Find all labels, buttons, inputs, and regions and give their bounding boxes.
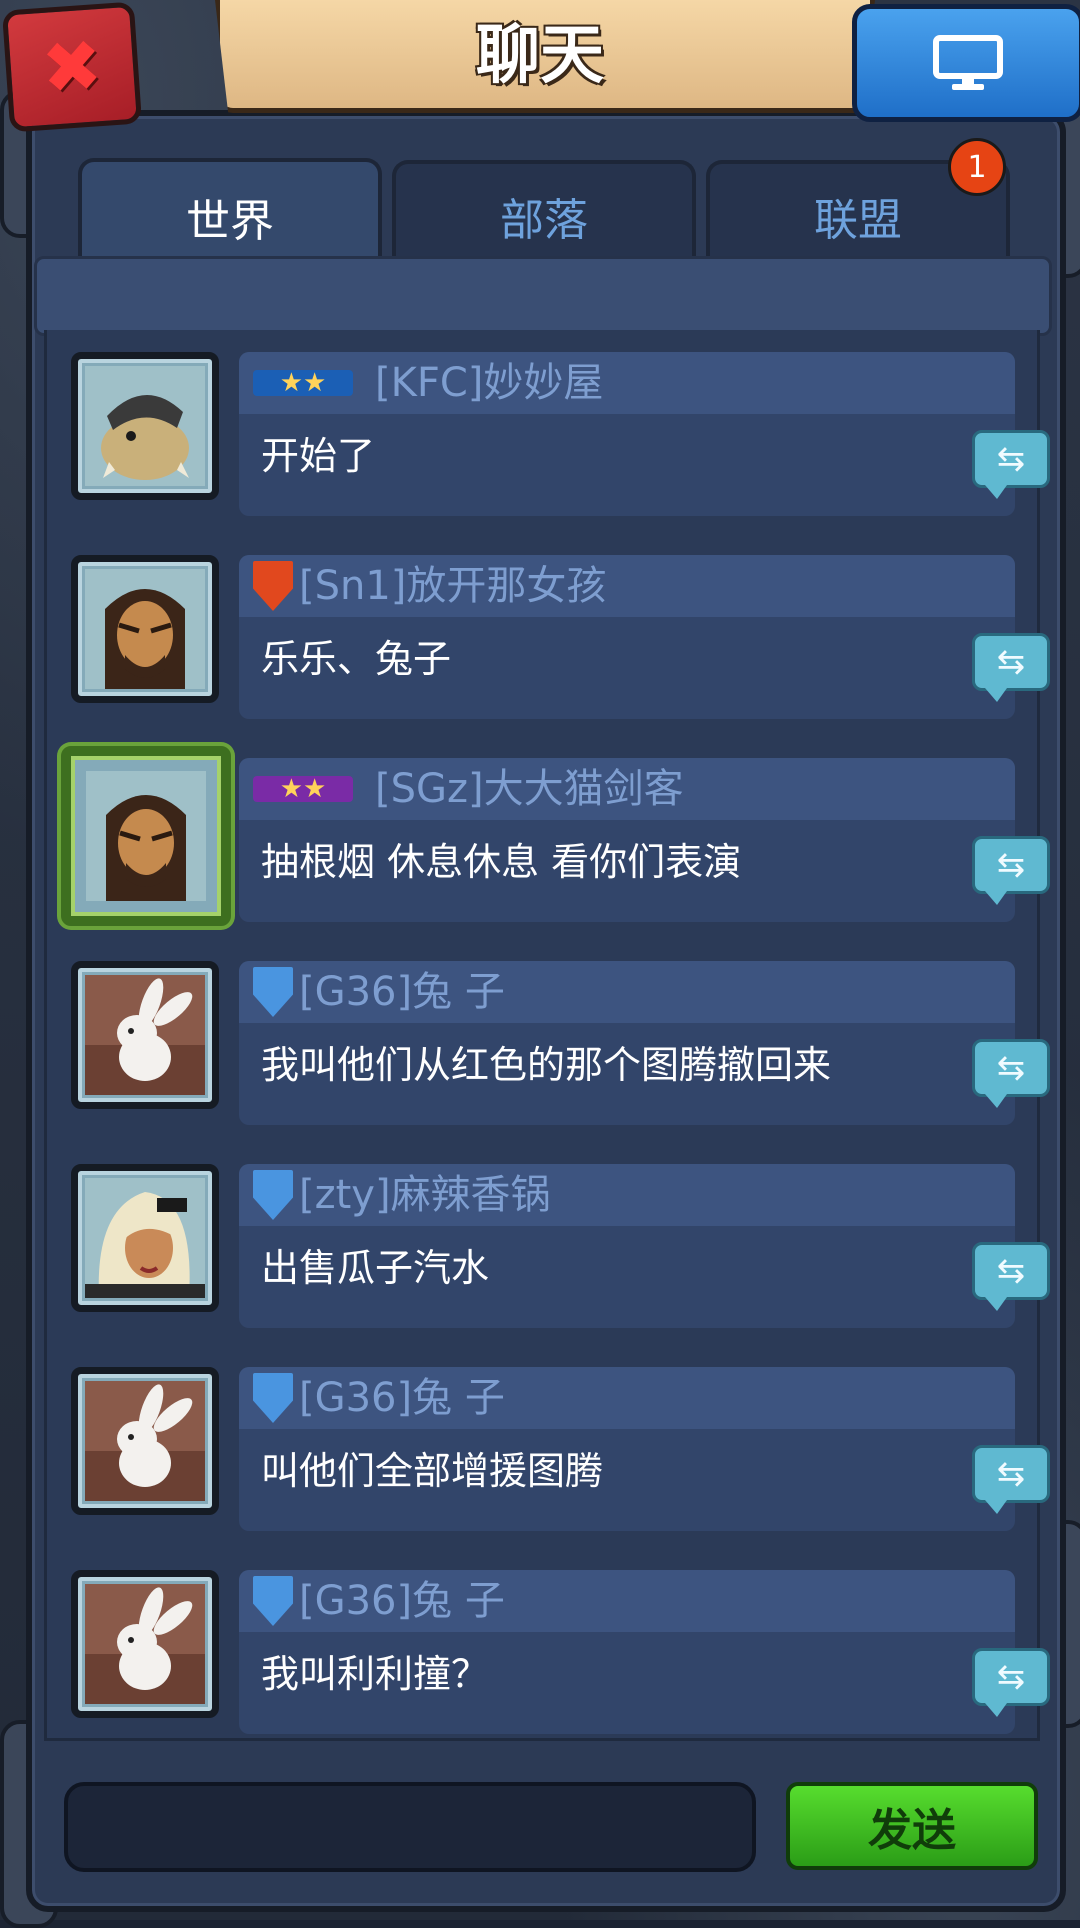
message-text: 开始了 [261, 434, 376, 478]
translate-button[interactable]: ⇆ [972, 1648, 1050, 1717]
list-item: ★★ [KFC]妙妙屋 开始了 ⇆ [47, 352, 1050, 522]
message-bubble: [zty]麻辣香锅 出售瓜子汽水 ⇆ [239, 1164, 1050, 1328]
message-text: 乐乐、兔子 [261, 637, 452, 681]
sender-name[interactable]: [zty]麻辣香锅 [299, 1170, 551, 1220]
tabs-underbar [34, 256, 1052, 336]
shield-icon [253, 1373, 293, 1423]
sender-name[interactable]: [G36]兔 子 [299, 1373, 505, 1423]
tab-world[interactable]: 世界 [78, 158, 382, 272]
list-item: [Sn1]放开那女孩 乐乐、兔子 ⇆ [47, 555, 1050, 725]
swap-arrows-icon: ⇆ [996, 845, 1026, 885]
barbarian-avatar-icon [86, 771, 206, 901]
swap-arrows-icon: ⇆ [996, 1048, 1026, 1088]
rabbit-avatar-icon [85, 1381, 205, 1501]
message-header: ★★ [SGz]大大猫剑客 [239, 758, 1015, 820]
message-bubble: [G36]兔 子 我叫他们从红色的那个图腾撤回来 ⇆ [239, 961, 1050, 1125]
translate-button[interactable]: ⇆ [972, 1445, 1050, 1514]
swap-arrows-icon: ⇆ [996, 642, 1026, 682]
translate-button[interactable]: ⇆ [972, 836, 1050, 905]
rank-badge [253, 1373, 293, 1423]
message-header: [Sn1]放开那女孩 [239, 555, 1015, 617]
creature-avatar-icon [85, 366, 205, 486]
shield-icon [253, 1576, 293, 1626]
shield-icon [253, 561, 293, 611]
notification-badge: 1 [948, 138, 1006, 196]
rank-badge [253, 561, 293, 611]
list-item: [G36]兔 子 叫他们全部增援图腾 ⇆ [47, 1367, 1050, 1537]
translate-button[interactable]: ⇆ [972, 633, 1050, 702]
sender-name[interactable]: [G36]兔 子 [299, 967, 505, 1017]
chat-input[interactable] [64, 1782, 756, 1872]
avatar[interactable] [71, 1570, 219, 1718]
rank-badge [253, 1576, 293, 1626]
message-header: [zty]麻辣香锅 [239, 1164, 1015, 1226]
message-bubble: [G36]兔 子 叫他们全部增援图腾 ⇆ [239, 1367, 1050, 1531]
avatar[interactable] [71, 352, 219, 500]
message-text: 出售瓜子汽水 [261, 1246, 490, 1290]
screen-button[interactable] [852, 4, 1080, 122]
list-item: [G36]兔 子 我叫他们从红色的那个图腾撤回来 ⇆ [47, 961, 1050, 1131]
swap-arrows-icon: ⇆ [996, 439, 1026, 479]
sender-name[interactable]: [Sn1]放开那女孩 [299, 561, 606, 611]
swap-arrows-icon: ⇆ [996, 1454, 1026, 1494]
send-button[interactable]: 发送 [786, 1782, 1038, 1870]
message-text: 叫他们全部增援图腾 [261, 1449, 604, 1493]
message-header: ★★ [KFC]妙妙屋 [239, 352, 1015, 414]
shield-icon [253, 967, 293, 1017]
avatar[interactable] [71, 961, 219, 1109]
tab-tribe[interactable]: 部落 [392, 160, 696, 268]
rabbit-avatar-icon [85, 1584, 205, 1704]
list-item: ★★ [SGz]大大猫剑客 抽根烟 休息休息 看你们表演 ⇆ [47, 746, 1050, 928]
close-icon: ✖ [38, 22, 106, 112]
avatar[interactable] [61, 746, 231, 926]
woman-avatar-icon [85, 1178, 205, 1298]
sender-name[interactable]: [KFC]妙妙屋 [375, 358, 603, 408]
list-item: [zty]麻辣香锅 出售瓜子汽水 ⇆ [47, 1164, 1050, 1334]
avatar[interactable] [71, 1367, 219, 1515]
rank-badge: ★★ [253, 360, 353, 406]
message-text: 我叫利利撞？ [261, 1652, 490, 1696]
message-bubble: ★★ [SGz]大大猫剑客 抽根烟 休息休息 看你们表演 ⇆ [239, 758, 1050, 922]
rank-badge [253, 1170, 293, 1220]
list-item: [G36]兔 子 我叫利利撞？ ⇆ [47, 1570, 1050, 1740]
sender-name[interactable]: [G36]兔 子 [299, 1576, 505, 1626]
swap-arrows-icon: ⇆ [996, 1251, 1026, 1291]
barbarian-avatar-icon [85, 569, 205, 689]
rank-badge [253, 967, 293, 1017]
page-title: 聊天 [476, 19, 604, 93]
star-icon: ★★ [253, 370, 353, 396]
avatar[interactable] [71, 1164, 219, 1312]
translate-button[interactable]: ⇆ [972, 430, 1050, 499]
close-button[interactable]: ✖ [1, 1, 143, 133]
rabbit-avatar-icon [85, 975, 205, 1095]
translate-button[interactable]: ⇆ [972, 1242, 1050, 1311]
sender-name[interactable]: [SGz]大大猫剑客 [375, 764, 684, 814]
message-text: 抽根烟 休息休息 看你们表演 [261, 840, 742, 884]
message-text: 我叫他们从红色的那个图腾撤回来 [261, 1043, 832, 1087]
monitor-icon [933, 35, 1003, 90]
rank-badge: ★★ [253, 766, 353, 812]
translate-button[interactable]: ⇆ [972, 1039, 1050, 1108]
message-header: [G36]兔 子 [239, 1367, 1015, 1429]
message-bubble: ★★ [KFC]妙妙屋 开始了 ⇆ [239, 352, 1050, 516]
message-header: [G36]兔 子 [239, 1570, 1015, 1632]
message-bubble: [G36]兔 子 我叫利利撞？ ⇆ [239, 1570, 1050, 1734]
star-icon: ★★ [253, 776, 353, 802]
swap-arrows-icon: ⇆ [996, 1657, 1026, 1697]
message-bubble: [Sn1]放开那女孩 乐乐、兔子 ⇆ [239, 555, 1050, 719]
shield-icon [253, 1170, 293, 1220]
avatar[interactable] [71, 555, 219, 703]
message-header: [G36]兔 子 [239, 961, 1015, 1023]
message-list[interactable]: ★★ [KFC]妙妙屋 开始了 ⇆ [Sn1]放开那女孩 乐乐、兔子 ⇆ ★★ … [44, 330, 1050, 1741]
